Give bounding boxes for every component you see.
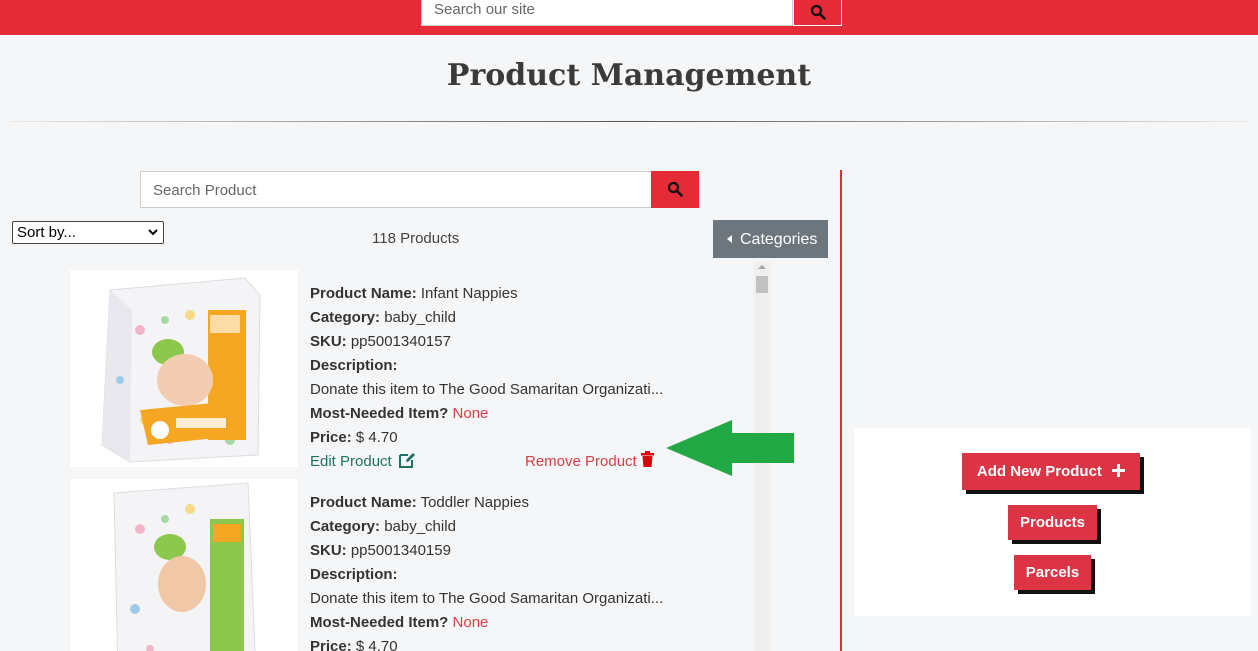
- sort-selected-value: Sort by...: [17, 224, 76, 241]
- most-needed-label: Most-Needed Item?: [310, 405, 449, 422]
- nappies-package-image: [101, 277, 261, 463]
- green-arrow-annotation: [666, 420, 794, 476]
- categories-button[interactable]: Categories: [713, 220, 828, 258]
- product-search-input[interactable]: Search Product: [140, 171, 652, 208]
- product-category: baby_child: [384, 518, 456, 535]
- product-category: baby_child: [384, 309, 456, 326]
- category-label: Category:: [310, 518, 381, 535]
- description-label: Description:: [310, 357, 398, 374]
- product-card: Product Name: Toddler Nappies Category: …: [70, 479, 754, 651]
- admin-actions-panel: Add New Product Products Parcels: [854, 428, 1251, 616]
- search-icon: [667, 181, 683, 197]
- caret-left-icon: [727, 235, 732, 243]
- product-description: Donate this item to The Good Samaritan O…: [310, 590, 664, 607]
- product-description: Donate this item to The Good Samaritan O…: [310, 381, 664, 398]
- product-card: Product Name: Infant Nappies Category: b…: [70, 270, 754, 470]
- most-needed-label: Most-Needed Item?: [310, 614, 449, 631]
- sort-select[interactable]: Sort by...: [12, 221, 164, 244]
- nappies-package-image: [113, 482, 256, 651]
- price-label: Price:: [310, 429, 352, 446]
- edit-product-label: Edit Product: [310, 453, 392, 470]
- product-name: Infant Nappies: [420, 285, 518, 302]
- products-button[interactable]: Products: [1008, 505, 1097, 540]
- search-icon: [810, 4, 826, 20]
- column-divider: [840, 170, 842, 651]
- scroll-up-arrow-icon[interactable]: [758, 265, 766, 269]
- remove-product-label: Remove Product: [525, 453, 637, 470]
- plus-icon: [1112, 464, 1126, 477]
- parcels-button[interactable]: Parcels: [1014, 555, 1091, 590]
- title-divider: [10, 121, 1248, 122]
- product-search-button[interactable]: [651, 171, 699, 208]
- chevron-down-icon: [148, 229, 158, 236]
- description-label: Description:: [310, 566, 398, 583]
- products-button-label: Products: [1019, 514, 1085, 531]
- most-needed-value: None: [452, 614, 489, 631]
- product-image: [70, 270, 298, 467]
- sku-label: SKU:: [310, 542, 347, 559]
- product-sku: pp5001340159: [350, 542, 451, 559]
- product-info: Product Name: Toddler Nappies Category: …: [310, 491, 750, 651]
- most-needed-value: None: [452, 405, 489, 422]
- trash-icon: [640, 451, 654, 467]
- categories-label: Categories: [740, 231, 818, 248]
- site-search-button[interactable]: [793, 0, 842, 26]
- page-title: Product Management: [446, 58, 812, 93]
- product-name-label: Product Name:: [310, 494, 417, 511]
- parcels-button-label: Parcels: [1025, 564, 1080, 581]
- edit-icon: [398, 453, 415, 468]
- product-price: $ 4.70: [355, 638, 398, 651]
- product-name-label: Product Name:: [310, 285, 417, 302]
- add-new-product-button[interactable]: Add New Product: [962, 453, 1140, 490]
- remove-product-link[interactable]: Remove Product: [525, 450, 654, 474]
- products-count: 118 Products: [372, 230, 460, 247]
- category-label: Category:: [310, 309, 381, 326]
- sku-label: SKU:: [310, 333, 347, 350]
- product-price: $ 4.70: [355, 429, 398, 446]
- price-label: Price:: [310, 638, 352, 651]
- scroll-thumb[interactable]: [756, 276, 768, 293]
- product-sku: pp5001340157: [350, 333, 451, 350]
- product-image: [70, 479, 298, 651]
- product-list[interactable]: Product Name: Infant Nappies Category: b…: [70, 262, 770, 651]
- site-search-input[interactable]: Search our site: [421, 0, 793, 26]
- add-new-product-label: Add New Product: [976, 463, 1102, 480]
- product-name: Toddler Nappies: [420, 494, 529, 511]
- edit-product-link[interactable]: Edit Product: [310, 453, 416, 470]
